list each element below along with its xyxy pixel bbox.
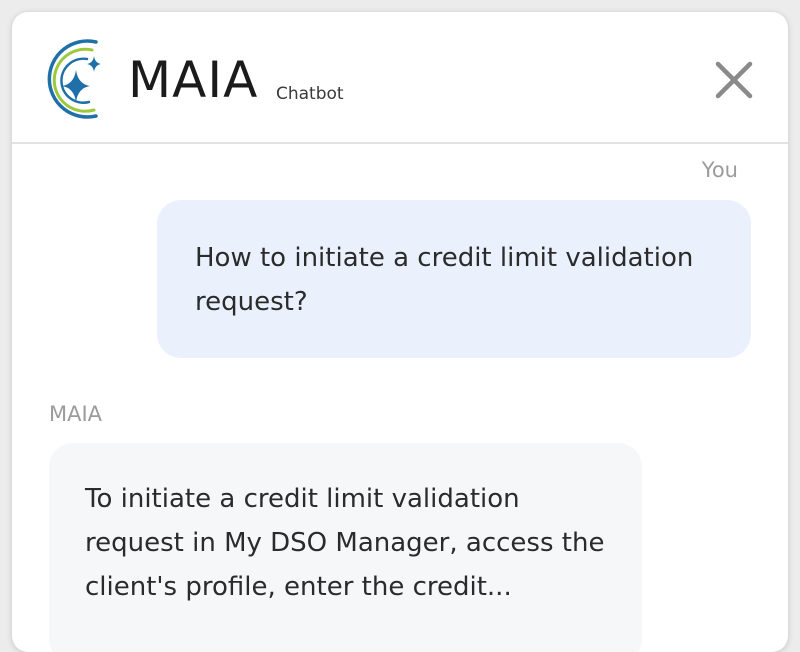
bot-message-bubble: To initiate a credit limit validation re… — [49, 443, 642, 652]
message-list[interactable]: You How to initiate a credit limit valid… — [12, 144, 788, 652]
sparkle-icon — [47, 39, 101, 119]
user-message-bubble: How to initiate a credit limit validatio… — [157, 200, 751, 358]
app-title: MAIA — [128, 51, 259, 109]
sender-label-user: You — [701, 158, 738, 182]
app-subtitle: Chatbot — [276, 84, 344, 104]
chatbot-panel: MAIA Chatbot You How to initiate a credi… — [12, 12, 788, 652]
chatbot-header: MAIA Chatbot — [12, 12, 788, 144]
sender-label-bot: MAIA — [49, 402, 103, 426]
close-icon[interactable] — [712, 58, 756, 102]
